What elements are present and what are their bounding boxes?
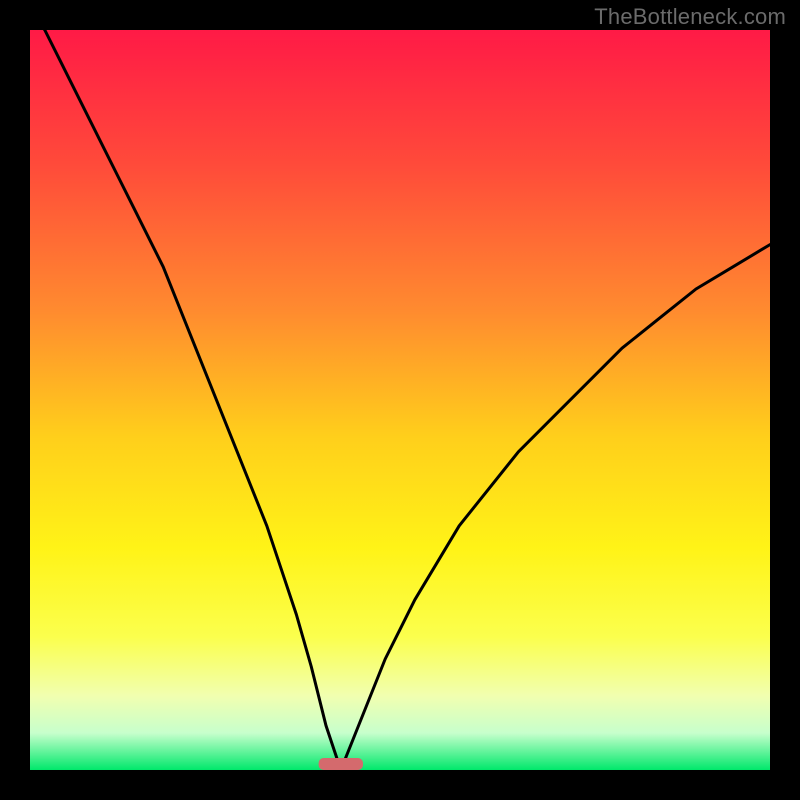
plot-background (30, 30, 770, 770)
chart-frame: { "watermark": "TheBottleneck.com", "cha… (0, 0, 800, 800)
min-marker (319, 758, 363, 770)
bottleneck-chart (0, 0, 800, 800)
watermark-text: TheBottleneck.com (594, 4, 786, 30)
